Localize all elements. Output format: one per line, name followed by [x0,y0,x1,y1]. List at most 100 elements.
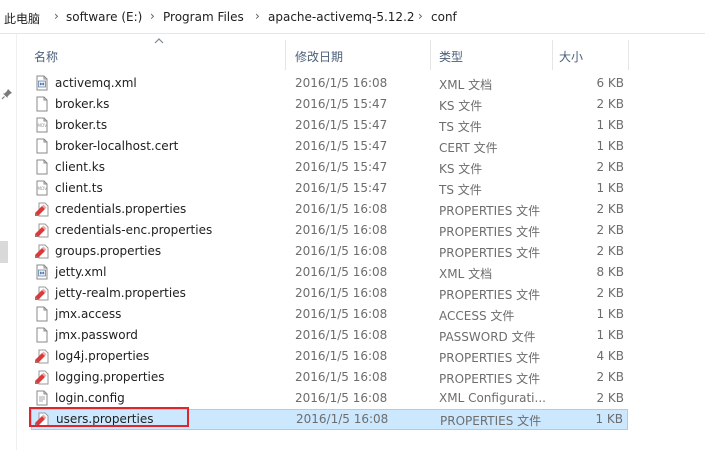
file-type: PROPERTIES 文件 [439,204,541,218]
file-size: 1 KB [596,181,624,195]
file-size: 1 KB [596,328,624,342]
file-type: PROPERTIES 文件 [439,288,541,302]
breadcrumb-separator-icon[interactable]: › [418,9,423,23]
config-file-icon [36,390,48,406]
file-row[interactable]: MDV broker.ts 2016/1/5 15:47 TS 文件 1 KB [31,115,628,136]
file-name: jetty.xml [55,265,107,279]
file-name: jmx.access [55,307,122,321]
file-type: ACCESS 文件 [439,309,515,323]
file-row[interactable]: credentials.properties 2016/1/5 16:08 PROP… [31,199,628,220]
column-header-modified[interactable]: 修改日期 [295,48,343,65]
file-size: 2 KB [596,286,624,300]
file-modified-date: 2016/1/5 16:08 [295,265,388,279]
file-row[interactable]: jetty-realm.properties 2016/1/5 16:08 PROP… [31,283,628,304]
column-header-bar: 名称 修改日期 类型 大小 [18,34,705,72]
file-name: jmx.password [55,328,138,342]
properties-file-icon [35,244,49,259]
file-type: CERT 文件 [439,141,498,155]
file-type: KS 文件 [439,99,483,113]
file-name: broker-localhost.cert [55,139,179,153]
file-modified-date: 2016/1/5 15:47 [295,97,388,111]
file-modified-date: 2016/1/5 15:47 [295,160,388,174]
file-modified-date: 2016/1/5 16:08 [295,370,388,384]
breadcrumb: 此电脑 › software (E:) › Program Files › ap… [0,0,705,34]
file-name: users.properties [56,412,154,426]
column-header-name[interactable]: 名称 [34,48,58,65]
file-type: XML Configurati... [439,391,546,405]
file-row[interactable]: activemq.xml 2016/1/5 16:08 XML 文档 6 KB [31,73,628,94]
breadcrumb-activemq[interactable]: apache-activemq-5.12.2 [268,10,415,24]
column-divider[interactable] [552,40,553,70]
file-row[interactable]: broker-localhost.cert 2016/1/5 15:47 CERT … [31,136,628,157]
navigation-pane-scroll-marker[interactable] [0,241,8,263]
file-name: broker.ts [55,118,108,132]
file-name: broker.ks [55,97,110,111]
mdv-file-icon: MDV [36,180,48,196]
file-size: 2 KB [596,391,624,405]
column-divider[interactable] [285,40,286,70]
file-size: 4 KB [596,349,624,363]
file-name: client.ts [55,181,103,195]
blank-file-icon [36,327,48,343]
file-row[interactable]: MDV client.ts 2016/1/5 15:47 TS 文件 1 KB [31,178,628,199]
file-size: 1 KB [596,307,624,321]
file-name: log4j.properties [55,349,150,363]
file-type: XML 文档 [439,78,493,92]
file-modified-date: 2016/1/5 16:08 [295,349,388,363]
file-modified-date: 2016/1/5 15:47 [295,118,388,132]
properties-file-icon [35,370,49,385]
file-name: groups.properties [55,244,162,258]
file-name: client.ks [55,160,105,174]
file-row[interactable]: groups.properties 2016/1/5 16:08 PROPERTIE… [31,241,628,262]
column-divider[interactable] [628,40,629,70]
column-divider[interactable] [430,40,431,70]
breadcrumb-separator-icon[interactable]: › [255,9,260,23]
breadcrumb-conf[interactable]: conf [431,10,457,24]
breadcrumb-separator-icon[interactable]: › [54,9,59,23]
file-size: 2 KB [596,244,624,258]
breadcrumb-separator-icon[interactable]: › [150,9,155,23]
column-header-type[interactable]: 类型 [439,48,463,65]
file-size: 2 KB [596,160,624,174]
file-type: PROPERTIES 文件 [439,225,541,239]
svg-text:MDV: MDV [38,186,48,191]
file-name: login.config [55,391,125,405]
file-modified-date: 2016/1/5 15:47 [295,181,388,195]
file-modified-date: 2016/1/5 15:47 [295,139,388,153]
breadcrumb-this-pc[interactable]: 此电脑 [4,10,40,27]
file-row[interactable]: jmx.password 2016/1/5 16:08 PASSWORD 文件 1 K… [31,325,628,346]
properties-file-icon [35,223,49,238]
file-type: KS 文件 [439,162,483,176]
properties-file-icon [35,286,49,301]
file-row[interactable]: login.config 2016/1/5 16:08 XML Configurat… [31,388,628,409]
file-type: PASSWORD 文件 [439,330,536,344]
file-row[interactable]: jmx.access 2016/1/5 16:08 ACCESS 文件 1 KB [31,304,628,325]
file-name: activemq.xml [55,76,137,90]
file-row[interactable]: client.ks 2016/1/5 15:47 KS 文件 2 KB [31,157,628,178]
blank-file-icon [36,138,48,154]
breadcrumb-drive[interactable]: software (E:) [66,10,142,24]
blank-file-icon [36,159,48,175]
file-name: logging.properties [55,370,165,384]
file-row[interactable]: broker.ks 2016/1/5 15:47 KS 文件 2 KB [31,94,628,115]
file-row[interactable]: users.properties 2016/1/5 16:08 PROPERTIES… [31,409,628,430]
file-type: PROPERTIES 文件 [439,246,541,260]
sort-ascending-icon [154,38,164,44]
properties-file-icon [35,349,49,364]
file-row[interactable]: credentials-enc.properties 2016/1/5 16:08… [31,220,628,241]
file-row[interactable]: jetty.xml 2016/1/5 16:08 XML 文档 8 KB [31,262,628,283]
file-type: TS 文件 [439,120,482,134]
column-header-size[interactable]: 大小 [559,48,583,65]
file-size: 1 KB [596,139,624,153]
mdv-file-icon: MDV [36,117,48,133]
file-row[interactable]: logging.properties 2016/1/5 16:08 PROPERTI… [31,367,628,388]
blank-file-icon [36,306,48,322]
file-size: 2 KB [596,202,624,216]
file-size: 2 KB [596,370,624,384]
properties-file-icon [35,202,49,217]
file-type: PROPERTIES 文件 [439,372,541,386]
navigation-pane[interactable] [0,34,17,450]
pin-icon[interactable] [1,88,13,100]
file-row[interactable]: log4j.properties 2016/1/5 16:08 PROPERTIES… [31,346,628,367]
breadcrumb-program-files[interactable]: Program Files [163,10,244,24]
